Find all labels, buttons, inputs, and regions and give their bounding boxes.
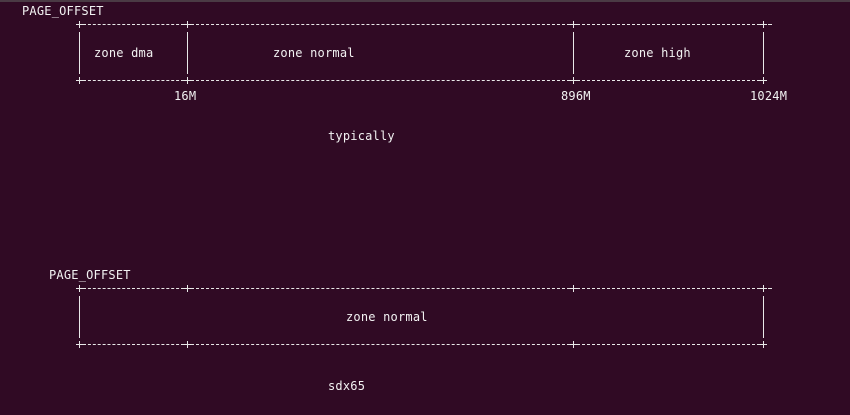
boundary-1024m-label: 1024M xyxy=(750,89,788,103)
bottom-border-segment xyxy=(83,344,184,345)
page-offset-label: PAGE_OFFSET xyxy=(49,268,131,282)
caption-sdx65: sdx65 xyxy=(328,379,366,393)
separator-left xyxy=(79,32,80,74)
top-border-dma xyxy=(83,24,184,25)
separator-left xyxy=(79,296,80,338)
top-border-high xyxy=(577,24,760,25)
caption-typically: typically xyxy=(328,129,395,143)
zone-normal-label: zone normal xyxy=(273,46,355,60)
corner-plus xyxy=(760,77,767,84)
zone-high-label: zone high xyxy=(624,46,691,60)
corner-plus xyxy=(760,21,767,28)
top-border-segment xyxy=(83,288,184,289)
top-border-end xyxy=(768,24,772,25)
boundary-16m-label: 16M xyxy=(174,89,197,103)
top-border-normal xyxy=(191,24,570,25)
corner-plus xyxy=(76,77,83,84)
bottom-border-dma xyxy=(83,80,184,81)
top-border-end xyxy=(768,288,772,289)
boundary-896m-label: 896M xyxy=(561,89,591,103)
separator-normal-high xyxy=(573,32,574,74)
window-top-border xyxy=(0,0,850,2)
bottom-border-high xyxy=(577,80,760,81)
page-offset-label: PAGE_OFFSET xyxy=(22,4,104,18)
corner-plus xyxy=(760,285,767,292)
top-border-segment xyxy=(191,288,570,289)
separator-dma-normal xyxy=(187,32,188,74)
top-border-segment xyxy=(577,288,760,289)
corner-plus xyxy=(570,285,577,292)
bottom-border-segment xyxy=(577,344,760,345)
corner-plus xyxy=(570,77,577,84)
corner-plus xyxy=(76,341,83,348)
zone-dma-label: zone dma xyxy=(94,46,154,60)
corner-plus xyxy=(76,21,83,28)
corner-plus xyxy=(184,21,191,28)
corner-plus xyxy=(760,341,767,348)
corner-plus xyxy=(570,341,577,348)
corner-plus xyxy=(570,21,577,28)
corner-plus xyxy=(76,285,83,292)
bottom-border-segment xyxy=(191,344,570,345)
corner-plus xyxy=(184,77,191,84)
separator-right xyxy=(763,32,764,74)
corner-plus xyxy=(184,341,191,348)
zone-normal-label: zone normal xyxy=(346,310,428,324)
corner-plus xyxy=(184,285,191,292)
separator-right xyxy=(763,296,764,338)
bottom-border-normal xyxy=(191,80,570,81)
